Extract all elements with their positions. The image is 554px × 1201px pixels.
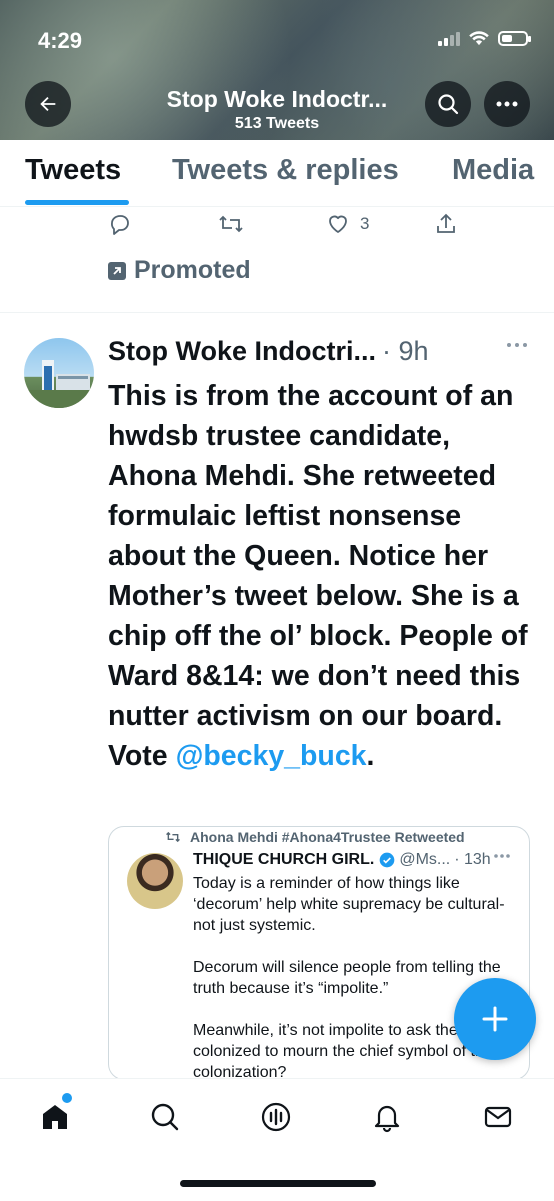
retweet-icon — [219, 215, 243, 233]
status-time: 4:29 — [38, 28, 83, 53]
signal-icon — [438, 30, 460, 46]
mention-link[interactable]: @becky_buck — [176, 740, 367, 772]
promoted-icon — [108, 261, 126, 280]
compose-button[interactable] — [454, 978, 536, 1060]
messages-icon — [484, 1106, 512, 1128]
quoted-tweet-time: · 13h — [454, 851, 491, 868]
retweeted-by-text: Ahona Mehdi #Ahona4Trustee Retweeted — [190, 829, 465, 845]
like-icon — [329, 215, 347, 233]
promoted-label: Promoted — [108, 256, 251, 285]
search-button[interactable] — [425, 81, 471, 127]
quoted-paragraph: Today is a reminder of how things like ‘… — [193, 875, 505, 934]
share-icon — [437, 213, 455, 233]
wifi-icon — [469, 31, 489, 46]
home-indicator — [180, 1180, 376, 1187]
tab-tweets[interactable]: Tweets — [25, 154, 121, 187]
explore-icon — [151, 1103, 179, 1131]
retweeted-by: Ahona Mehdi #Ahona4Trustee Retweeted — [164, 829, 465, 845]
tweet-text: This is from the account of an hwdsb tru… — [108, 376, 538, 776]
profile-name: Stop Woke Indoctr... — [166, 86, 388, 112]
tweet-count: 513 Tweets — [234, 115, 320, 132]
retweet-button[interactable] — [218, 212, 244, 236]
tweet-header: Stop Woke Indoctri... · 9h — [108, 336, 528, 367]
tweet-divider — [0, 312, 554, 313]
back-arrow-icon — [40, 96, 56, 112]
more-button[interactable] — [484, 81, 530, 127]
tweet-time: · 9h — [382, 336, 429, 366]
author-avatar[interactable] — [24, 338, 94, 408]
quoted-author-name[interactable]: THIQUE CHURCH GIRL. — [193, 851, 374, 869]
active-tab-indicator — [25, 200, 129, 205]
home-icon — [43, 1105, 67, 1129]
nav-spaces[interactable] — [258, 1099, 294, 1135]
quoted-more-icon[interactable] — [493, 853, 511, 859]
like-button[interactable]: 3 — [326, 212, 369, 236]
status-icons — [438, 30, 531, 46]
tweet-more-icon[interactable] — [506, 342, 528, 348]
more-icon — [496, 101, 518, 107]
prior-tweet-actions: 3 — [108, 212, 468, 242]
nav-explore[interactable] — [147, 1099, 183, 1135]
header-title: Stop Woke Indoctr... 513 Tweets — [110, 86, 444, 133]
battery-icon — [498, 30, 531, 46]
quoted-author-handle: @Ms... — [399, 851, 451, 868]
quoted-tweet-header: THIQUE CHURCH GIRL. @Ms... · 13h — [193, 851, 513, 869]
home-notification-dot — [60, 1091, 74, 1105]
quoted-author-avatar[interactable] — [127, 853, 183, 909]
search-icon — [438, 94, 459, 115]
reply-icon — [111, 215, 129, 235]
quoted-tweet-text: Today is a reminder of how things like ‘… — [193, 873, 513, 1079]
tweet-body-end: . — [366, 740, 375, 772]
tab-media[interactable]: Media — [452, 154, 534, 187]
tweet-body-text: This is from the account of an hwdsb tru… — [108, 380, 528, 772]
like-count: 3 — [360, 214, 370, 233]
share-button[interactable] — [434, 212, 458, 236]
spaces-icon — [261, 1102, 291, 1132]
promoted-text: Promoted — [134, 256, 251, 284]
reply-button[interactable] — [108, 212, 132, 236]
notifications-icon — [374, 1105, 400, 1133]
tweet-author-name[interactable]: Stop Woke Indoctri... — [108, 336, 376, 367]
verified-icon — [379, 852, 395, 868]
nav-messages[interactable] — [480, 1099, 516, 1135]
nav-notifications[interactable] — [369, 1099, 405, 1135]
compose-icon — [482, 1006, 508, 1032]
back-button[interactable] — [25, 81, 71, 127]
tab-tweets-replies[interactable]: Tweets & replies — [172, 154, 399, 187]
profile-tabs: Tweets Tweets & replies Media — [0, 140, 554, 207]
retweet-icon — [166, 831, 180, 843]
